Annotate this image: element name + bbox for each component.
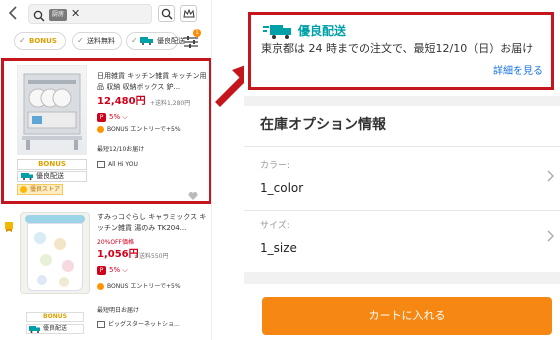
store-mark-icon xyxy=(20,186,27,193)
filter-label: BONUS xyxy=(29,37,57,45)
search-keyword-chip: 厨房 xyxy=(49,9,68,21)
bonus-entry-line: BONUS エントリーで+5% xyxy=(97,282,181,292)
divider xyxy=(244,146,560,147)
option-value: 1_color xyxy=(260,181,304,195)
product-title[interactable]: すみっコぐらし キャラミックス キッチン雑貨 湯のみ TK204... xyxy=(97,212,207,234)
shop-name-text: All Hi YOU xyxy=(108,161,138,168)
filter-bonus[interactable]: ✓ BONUS xyxy=(14,32,66,50)
shipping-fee: +送料1,280円 xyxy=(150,100,191,107)
points-value: 5% xyxy=(109,113,121,121)
option-label: サイズ: xyxy=(260,221,290,231)
crown-ranking-button[interactable] xyxy=(180,5,197,22)
bonus-tag: BONUS xyxy=(26,312,84,322)
filter-row: ✓ BONUS ✓ 送料無料 ✓ 優良配送 xyxy=(0,32,211,52)
product-detail-panel: 優良配送 東京都は 24 時までの注文で、最短12/10（日）お届け 詳細を見る… xyxy=(244,0,560,340)
product-title[interactable]: 日用雑貨 キッチン雑貨 キッチン用品 収納 収納ボックス 鈩... xyxy=(97,71,207,93)
option-label: カラー: xyxy=(260,161,291,171)
shop-name[interactable]: All Hi YOU xyxy=(97,160,138,170)
heart-icon[interactable] xyxy=(188,186,198,200)
points-value: 5% xyxy=(109,266,121,274)
filter-label: 優良配送 xyxy=(157,37,185,45)
option-value: 1_size xyxy=(260,241,297,255)
yuryo-delivery-label: 優良配送 xyxy=(298,24,347,38)
product-image-mug[interactable] xyxy=(20,212,90,294)
shop-icon xyxy=(97,161,105,168)
award-icon xyxy=(4,218,14,232)
yuryo-tag-label: 優良配送 xyxy=(43,325,68,332)
product-card-highlighted[interactable]: BONUS 優良配送 優良ストア 日用雑貨 キッチン雑貨 キッチン用品 収納 収… xyxy=(1,58,211,204)
excellent-store-tag: 優良ストア xyxy=(17,184,63,195)
truck-icon xyxy=(263,25,291,39)
product-image-dish-rack[interactable] xyxy=(17,65,87,155)
mug-body xyxy=(27,223,83,291)
back-arrow-icon[interactable] xyxy=(8,6,22,22)
chevron-right-icon xyxy=(547,170,554,182)
check-icon: ✓ xyxy=(131,36,138,45)
mug-rim xyxy=(25,215,85,223)
bonus-entry-text: BONUS エントリーで+5% xyxy=(107,126,181,133)
option-row-color[interactable]: カラー: 1_color xyxy=(244,150,560,210)
bonus-tag: BONUS xyxy=(17,159,87,170)
sale-label: 20%OFF価格 xyxy=(97,239,134,246)
chevron-right-icon xyxy=(547,230,554,242)
check-icon: ✓ xyxy=(19,36,26,45)
shipping-fee: +送料550円 xyxy=(134,253,169,260)
chevron-down-icon: ⌵ xyxy=(120,266,128,274)
search-button[interactable] xyxy=(158,5,175,22)
yuryo-delivery-tag: 優良配送 xyxy=(26,324,84,334)
section-separator xyxy=(244,96,560,106)
search-icon xyxy=(33,7,45,26)
filter-label: 送料無料 xyxy=(87,37,115,45)
filter-free-shipping[interactable]: ✓ 送料無料 xyxy=(72,32,122,50)
points-icon: P xyxy=(97,265,106,275)
shipping-info-box: 優良配送 東京都は 24 時までの注文で、最短12/10（日）お届け 詳細を見る xyxy=(248,12,554,90)
delivery-estimate: 最短12/10お届け xyxy=(97,146,145,153)
stock-options-title: 在庫オプション情報 xyxy=(260,117,386,133)
search-icon xyxy=(161,8,173,20)
product-list-panel: 厨房 ✕ ✓ BONUS ✓ 送料無料 ✓ 優良配送 1 BONUS 優良配送 … xyxy=(0,0,212,340)
shop-name-text: ビッグスターネットショ... xyxy=(108,321,180,328)
crown-icon xyxy=(183,8,195,18)
truck-icon xyxy=(29,326,40,333)
truck-icon xyxy=(21,173,33,180)
check-icon: ✓ xyxy=(77,36,84,45)
product-card[interactable]: BONUS 優良配送 すみっコぐらし キャラミックス キッチン雑貨 湯のみ TK… xyxy=(0,208,211,340)
shop-name[interactable]: ビッグスターネットショ... xyxy=(97,320,207,330)
product-price: 1,056円 xyxy=(97,249,139,260)
search-bar: 厨房 ✕ xyxy=(0,0,211,28)
points-rate[interactable]: P 5% ⌵ xyxy=(97,265,128,275)
add-to-cart-button[interactable]: カートに入れる xyxy=(262,297,552,335)
filter-count-badge: 1 xyxy=(193,29,201,37)
filter-yuryo-delivery[interactable]: ✓ 優良配送 xyxy=(126,32,185,50)
store-tag-label: 優良ストア xyxy=(30,186,61,193)
option-row-size[interactable]: サイズ: 1_size xyxy=(244,210,560,270)
search-input[interactable]: 厨房 ✕ xyxy=(28,4,152,24)
points-icon: P xyxy=(97,112,106,122)
bonus-entry-line: BONUS エントリーで+5% xyxy=(97,125,181,135)
points-rate[interactable]: P 5% ⌵ xyxy=(97,112,128,122)
truck-icon xyxy=(140,37,153,45)
details-link[interactable]: 詳細を見る xyxy=(493,65,543,79)
bonus-circle-icon xyxy=(97,283,104,290)
yuryo-tag-label: 優良配送 xyxy=(36,172,64,180)
bonus-circle-icon xyxy=(97,126,104,133)
delivery-estimate: 最短明日お届け xyxy=(97,307,140,314)
product-price: 12,480円 xyxy=(97,96,146,107)
yuryo-delivery-tag: 優良配送 xyxy=(17,171,87,182)
shop-icon xyxy=(97,321,105,328)
bonus-entry-text: BONUS エントリーで+5% xyxy=(107,283,181,290)
delivery-message: 東京都は 24 時までの注文で、最短12/10（日）お届け xyxy=(261,42,534,55)
section-separator xyxy=(244,272,560,284)
clear-keyword-icon[interactable]: ✕ xyxy=(71,7,80,21)
chevron-down-icon: ⌵ xyxy=(120,113,128,121)
